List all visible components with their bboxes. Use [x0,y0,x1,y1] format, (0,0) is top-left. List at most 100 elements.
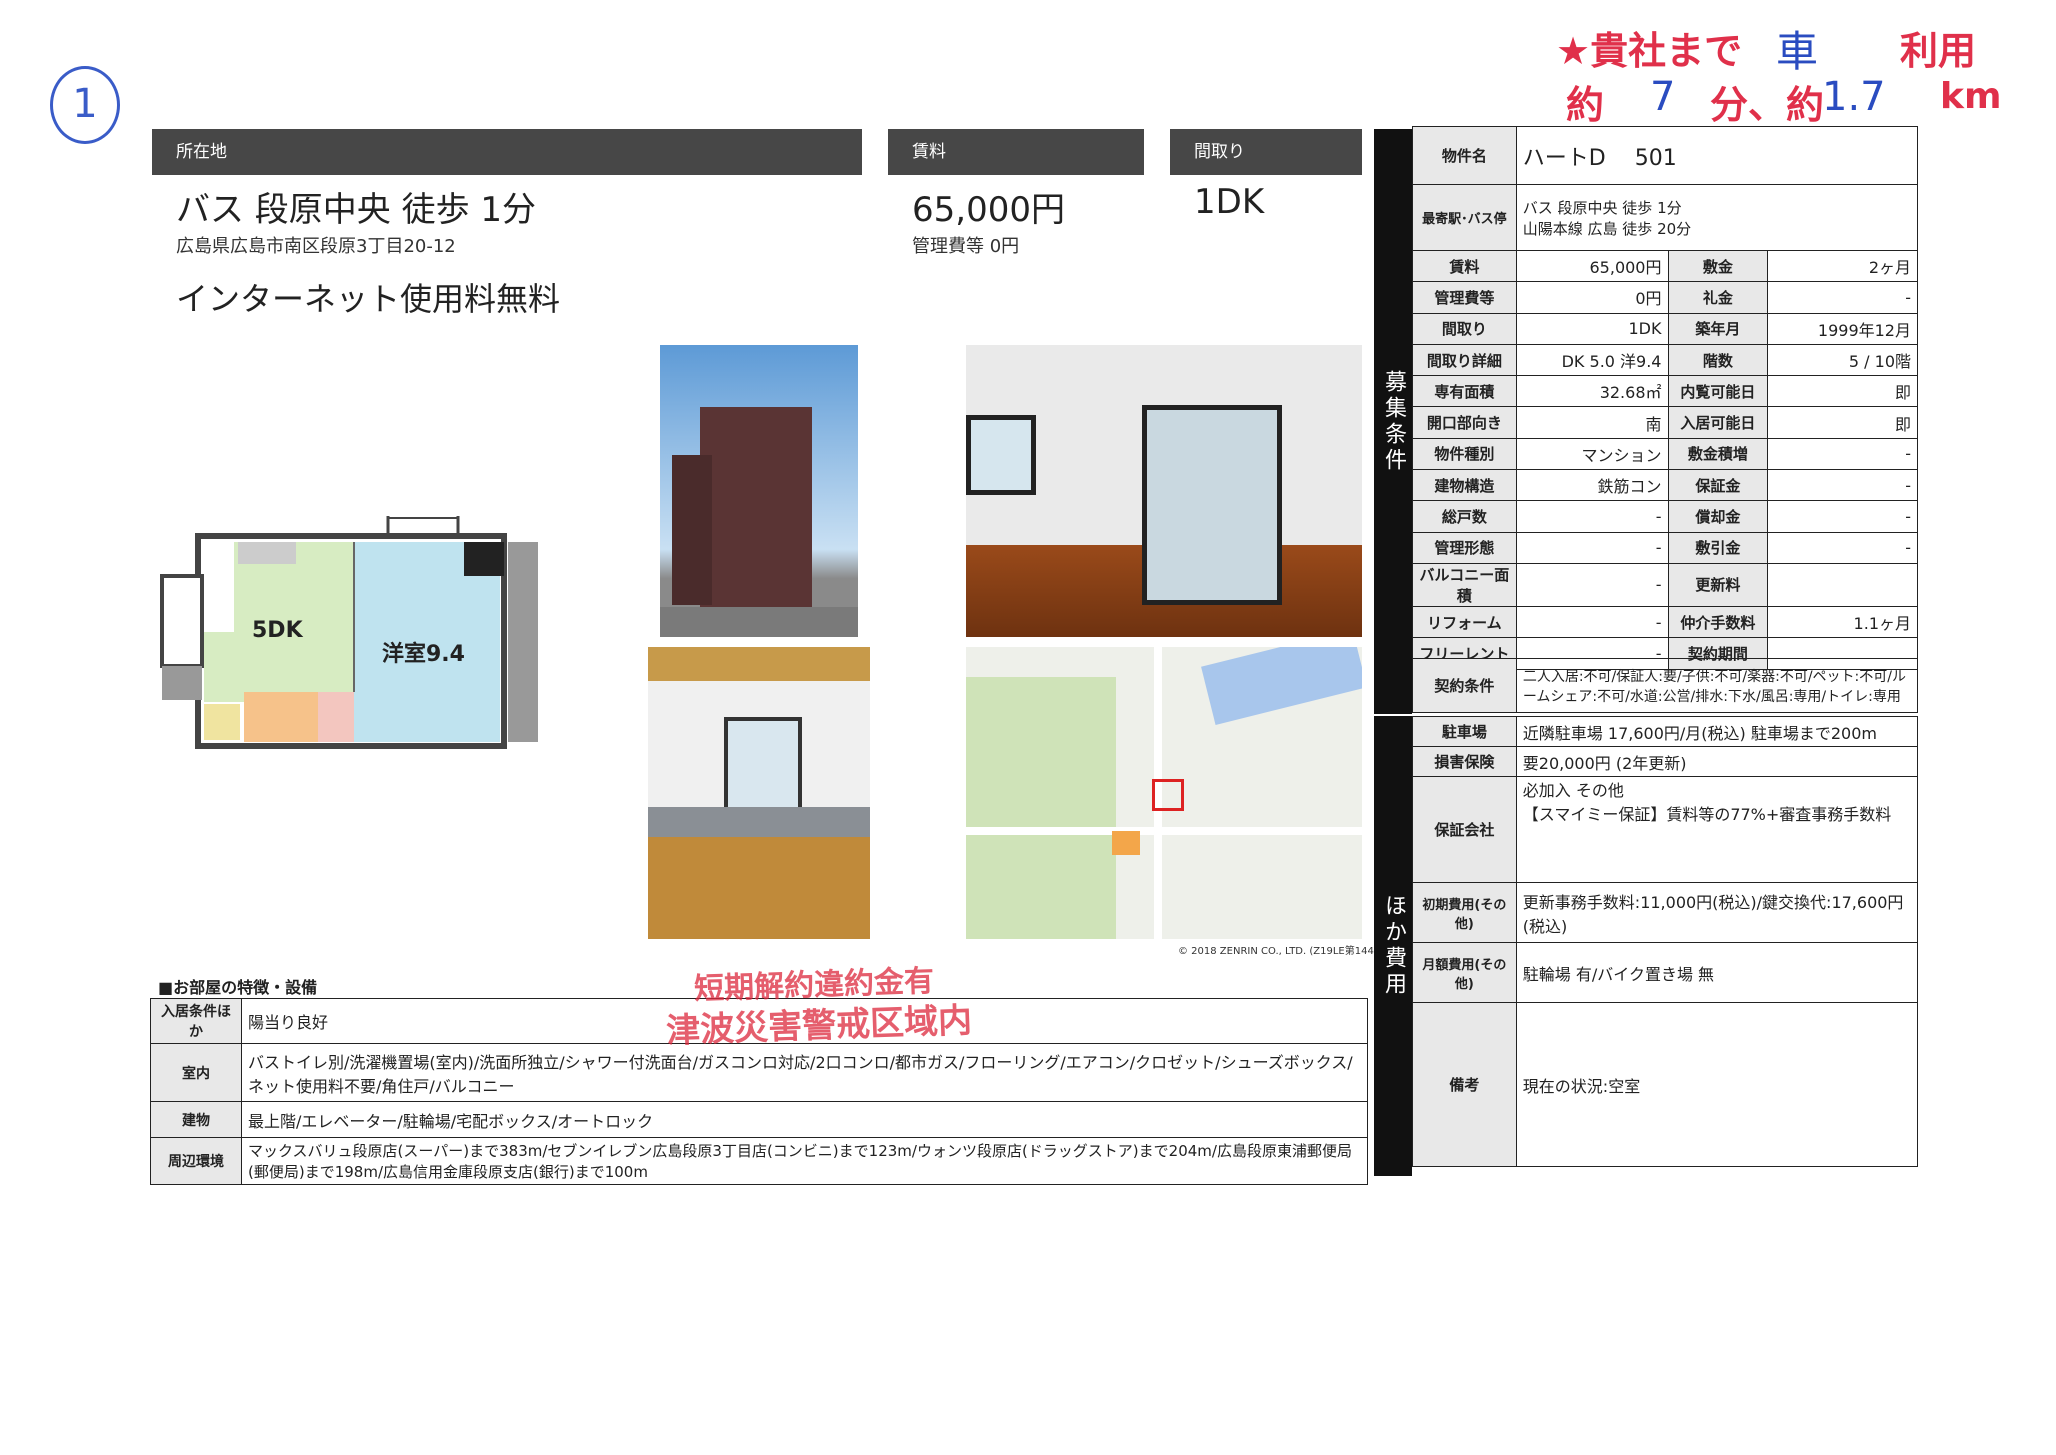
feature-value: マックスバリュ段原店(スーパー)まで383m/セブンイレブン広島段原3丁目店(コ… [241,1137,1368,1185]
pair-label-left: 開口部向き [1412,406,1517,439]
contract-value: 二人入居:不可/保証人:要/子供:不可/楽器:不可/ペット:不可/ルームシェア:… [1515,658,1919,713]
pair-label-right: 階数 [1667,343,1769,377]
costs-table: 駐車場 近隣駐車場 17,600円/月(税込) 駐車場まで200m 損害保険 要… [1412,716,1919,1167]
pair-value-left: DK 5.0 洋9.4 [1515,343,1669,377]
pair-label-left: 建物構造 [1412,469,1517,502]
room-photo [966,345,1362,637]
table-row: 間取り詳細 DK 5.0 洋9.4 階数 5 / 10階 [1412,343,1918,377]
pair-label-left: 間取り [1412,312,1517,345]
map-copyright: © 2018 ZENRIN CO., LTD. (Z19LE第1442号) [1178,946,1395,957]
table-row: 管理費等 0円 礼金 - [1412,281,1918,314]
mgmt-fee: 管理費等 0円 [912,236,1020,257]
feature-label: 建物 [150,1101,242,1138]
pair-value-right [1767,562,1918,607]
pair-label-right: 敷金積増 [1667,437,1769,471]
table-row: 賃料 65,000円 敷金 2ヶ月 [1412,249,1918,283]
table-row: リフォーム - 仲介手数料 1.1ヶ月 [1412,605,1918,639]
pair-label-left: リフォーム [1412,605,1517,639]
pair-value-right: - [1767,469,1918,502]
monthly-cost-value: 駐輪場 有/バイク置き場 無 [1515,942,1919,1003]
pair-value-right: - [1767,281,1918,314]
kitchen-photo [648,647,870,939]
pair-label-right: 内覧可能日 [1667,375,1769,408]
floor-plan: 5DK 洋室9.4 [158,514,548,764]
table-row: 専有面積 32.68㎡ 内覧可能日即 [1412,375,1918,408]
property-name-label: 物件名 [1412,126,1517,185]
station-line-1: バス 段原中央 徒歩 1分 [1522,198,1682,217]
pair-label-left: 賃料 [1412,249,1517,283]
pair-label-left: 専有面積 [1412,375,1517,408]
circle-number: 1 [50,66,120,144]
header-rent: 賃料 [888,129,1144,175]
feature-label: 室内 [150,1043,242,1102]
rent-value: 65,000円 [912,190,1065,230]
contract-label: 契約条件 [1412,658,1517,713]
pair-value-left: 0円 [1515,281,1669,314]
monthly-cost-label: 月額費用(その他) [1412,942,1517,1003]
pair-value-left: - [1515,500,1669,533]
feature-label: 入居条件ほか [150,998,242,1044]
table-row: 初期費用(その他) 更新事務手数料:11,000円(税込)/鍵交換代:17,60… [1412,882,1919,943]
pair-value-right: 1.1ヶ月 [1767,605,1918,639]
note-line2-e: km [1940,76,2002,117]
remarks-label: 備考 [1412,1002,1517,1167]
catchphrase: インターネット使用料無料 [176,280,561,318]
table-row: 周辺環境 マックスバリュ段原店(スーパー)まで383m/セブンイレブン広島段原3… [150,1137,1368,1185]
pair-value-right: 2ヶ月 [1767,249,1918,283]
guarantee-cell: 必加入 その他 【スマイミー保証】賃料等の77%+審査事務手数料 [1515,776,1919,883]
table-row: 契約条件 二人入居:不可/保証人:要/子供:不可/楽器:不可/ペット:不可/ルー… [1412,658,1919,713]
contract-table: 契約条件 二人入居:不可/保証人:要/子供:不可/楽器:不可/ペット:不可/ルー… [1412,658,1919,713]
note-line1-b: 車 [1776,27,1819,76]
table-row: 間取り 1DK 築年月 1999年12月 [1412,312,1918,345]
table-row: 室内 バストイレ別/洗濯機置場(室内)/洗面所独立/シャワー付洗面台/ガスコンロ… [150,1043,1368,1102]
pair-value-right: 即 [1767,375,1918,408]
pair-value-left: - [1515,531,1669,564]
pair-value-right: 5 / 10階 [1767,343,1918,377]
table-row: 備考 現在の状況:空室 [1412,1002,1919,1167]
pair-value-right: - [1767,500,1918,533]
pair-value-right: 即 [1767,406,1918,439]
table-row: 保証会社 必加入 その他 【スマイミー保証】賃料等の77%+審査事務手数料 [1412,776,1919,883]
station-cell: バス 段原中央 徒歩 1分 山陽本線 広島 徒歩 20分 [1515,184,1919,251]
parking-label: 駐車場 [1412,716,1517,747]
pair-value-left: 65,000円 [1515,249,1669,283]
pair-value-left: 南 [1515,406,1669,439]
table-row: 建物 最上階/エレベーター/駐輪場/宅配ボックス/オートロック [150,1101,1368,1138]
pair-label-right: 保証金 [1667,469,1769,502]
floor-plan-room-label: 洋室9.4 [382,642,465,667]
note-line1-a: ★貴社まで [1556,29,1743,73]
feature-value: バストイレ別/洗濯機置場(室内)/洗面所独立/シャワー付洗面台/ガスコンロ対応/… [241,1043,1368,1102]
pair-value-left: 1DK [1515,312,1669,345]
pair-value-left: - [1515,605,1669,639]
floor-plan-dk-label: 5DK [252,618,303,643]
address-text: 広島県広島市南区段原3丁目20-12 [176,236,456,257]
initial-cost-label: 初期費用(その他) [1412,882,1517,943]
layout-value: 1DK [1194,182,1265,222]
table-row: バルコニー面積 - 更新料 [1412,562,1918,607]
pair-label-right: 仲介手数料 [1667,605,1769,639]
header-location: 所在地 [152,129,862,175]
pair-label-right: 償却金 [1667,500,1769,533]
pair-label-right: 入居可能日 [1667,406,1769,439]
pair-value-right: 1999年12月 [1767,312,1918,345]
insurance-value: 要20,000円 (2年更新) [1515,746,1919,777]
property-name: ハートD 501 [1515,126,1919,185]
guarantee-line-2: 【スマイミー保証】賃料等の77%+審査事務手数料 [1522,805,1892,824]
guarantee-label: 保証会社 [1412,776,1517,883]
table-row: 月額費用(その他) 駐輪場 有/バイク置き場 無 [1412,942,1919,1003]
table-row: 建物構造 鉄筋コン 保証金 - [1412,469,1918,502]
pair-value-right: - [1767,531,1918,564]
pair-value-left: - [1515,562,1669,607]
pair-label-left: 物件種別 [1412,437,1517,471]
table-row: 開口部向き南入居可能日即 [1412,406,1918,439]
table-row: 最寄駅･バス停 バス 段原中央 徒歩 1分 山陽本線 広島 徒歩 20分 [1412,184,1919,251]
remarks-value: 現在の状況:空室 [1515,1002,1919,1167]
note-line2-b: 7 [1650,74,1676,120]
header-layout: 間取り [1170,129,1362,175]
pair-label-right: 敷引金 [1667,531,1769,564]
pair-label-right: 敷金 [1667,249,1769,283]
pair-label-right: 更新料 [1667,562,1769,607]
pair-label-left: 管理形態 [1412,531,1517,564]
side-label-recruit: 募集条件 [1374,129,1412,714]
pair-label-left: 管理費等 [1412,281,1517,314]
